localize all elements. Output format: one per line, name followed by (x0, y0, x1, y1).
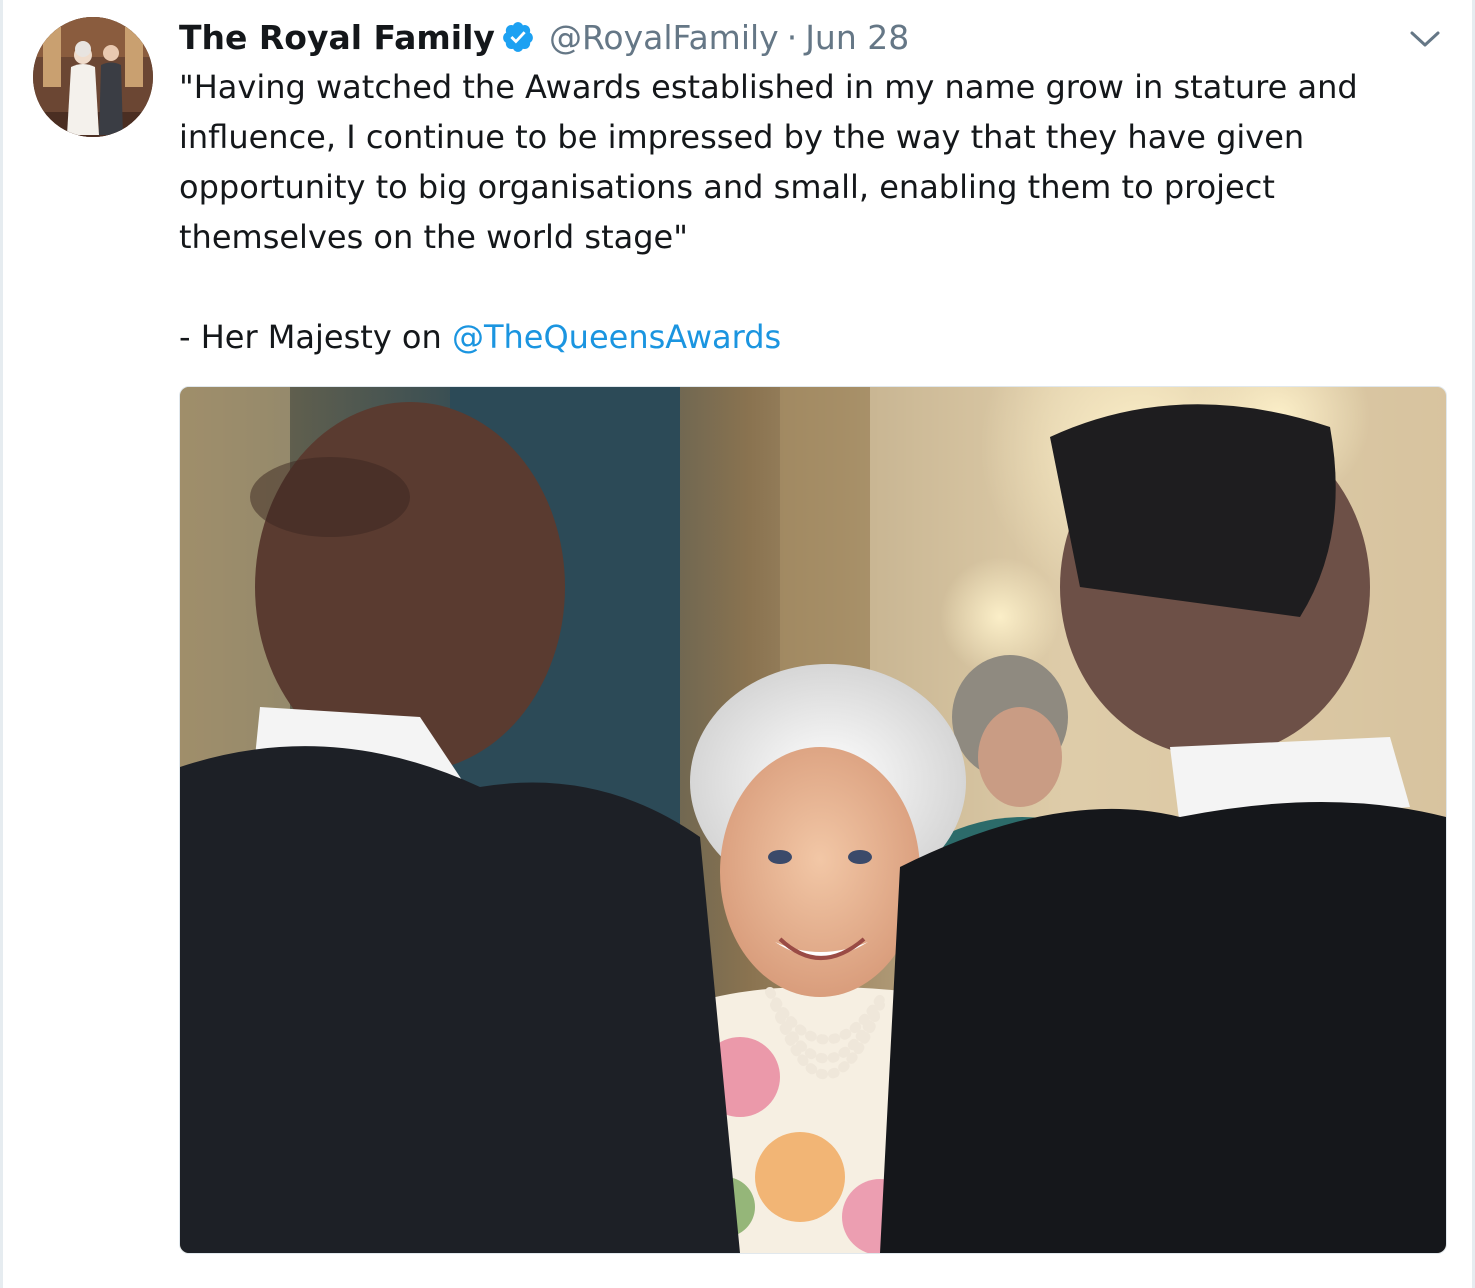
timeline-border-left (0, 0, 3, 1288)
tweet-photo[interactable] (179, 386, 1447, 1254)
avatar-image (33, 17, 153, 137)
tweet-card[interactable]: The Royal Family @RoyalFamily · Jun 28 "… (0, 0, 1475, 1288)
header-separator: · (786, 17, 798, 57)
verified-badge-icon (501, 20, 535, 54)
tweet-attribution-prefix: - Her Majesty on (179, 318, 452, 356)
tweet-text: "Having watched the Awards established i… (179, 62, 1454, 362)
photo-image (180, 387, 1446, 1253)
tweet-quote-text: "Having watched the Awards established i… (179, 68, 1368, 256)
tweet-timestamp[interactable]: Jun 28 (805, 18, 909, 57)
mention-link[interactable]: @TheQueensAwards (452, 318, 781, 356)
author-avatar[interactable] (33, 17, 153, 137)
tweet-menu-button[interactable] (1408, 26, 1442, 52)
tweet-header: The Royal Family @RoyalFamily · Jun 28 (179, 12, 909, 62)
chevron-down-icon (1410, 31, 1440, 47)
author-screen-name[interactable]: @RoyalFamily (549, 18, 779, 57)
author-display-name[interactable]: The Royal Family (179, 18, 495, 57)
